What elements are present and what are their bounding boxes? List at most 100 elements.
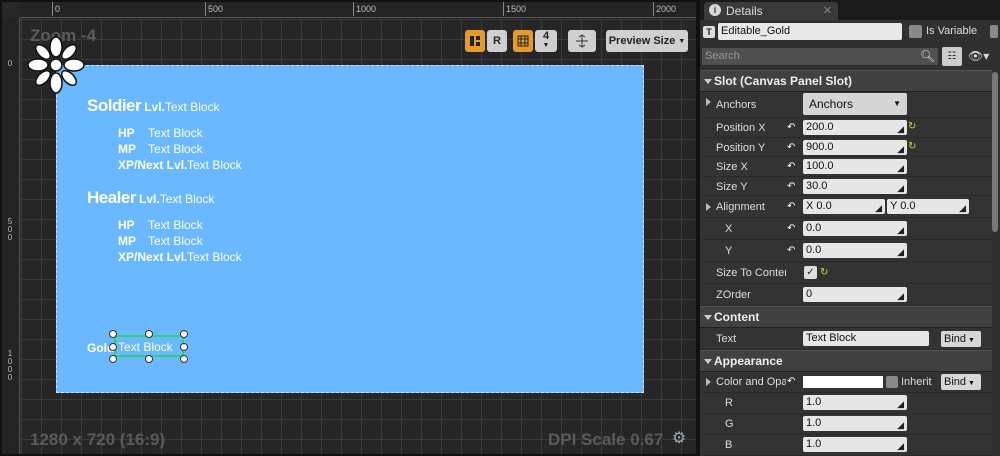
tab-details[interactable]: i Details ✕ — [704, 2, 838, 20]
alignment-x-field[interactable]: X 0.0 ◢ — [803, 199, 885, 214]
selection-outline[interactable] — [114, 335, 184, 357]
reset-arrow-icon[interactable]: ↶ — [787, 201, 795, 212]
size-x-value: 100.0 — [806, 160, 834, 172]
b-field[interactable]: 1.0 ◢ — [803, 437, 907, 452]
size-y-field[interactable]: 30.0 ◢ — [803, 178, 907, 194]
soldier-stat-row[interactable]: XP/Next Lvl.Text Block — [118, 158, 242, 172]
alignment-x-value: X 0.0 — [806, 200, 832, 212]
resize-handle[interactable] — [145, 330, 153, 338]
ruler-tick: 500 — [7, 217, 13, 242]
resize-handle[interactable] — [180, 330, 188, 338]
stat-value: Text Block — [148, 142, 203, 156]
g-field[interactable]: 1.0 ◢ — [803, 416, 907, 431]
section-content[interactable]: Content — [700, 306, 992, 328]
align-y-value: 0.0 — [806, 244, 822, 256]
grid-size-dropdown[interactable]: 4 ▼ — [535, 30, 557, 52]
close-icon[interactable]: ✕ — [823, 2, 832, 20]
alignment-y-field[interactable]: Y 0.0 ◢ — [887, 199, 969, 214]
search-input[interactable]: Search — [702, 48, 938, 65]
resize-handle[interactable] — [109, 343, 117, 351]
resize-grip-icon: ◢ — [897, 291, 904, 301]
color-swatch[interactable] — [803, 376, 883, 388]
resize-handle[interactable] — [145, 355, 153, 363]
size-to-content-checkbox[interactable]: ✓ — [804, 266, 817, 279]
prop-label: Color and Opacity — [716, 376, 786, 388]
soldier-header[interactable]: Soldier Lvl.Text Block — [87, 96, 220, 116]
grid-snap-button[interactable] — [513, 30, 533, 52]
widget-name-field[interactable]: Editable_Gold — [718, 23, 902, 40]
prop-label: Alignment — [716, 201, 765, 213]
g-value: 1.0 — [806, 417, 822, 429]
stat-label: MP — [118, 142, 136, 156]
reset-arrow-icon[interactable]: ↶ — [787, 181, 795, 192]
stat-value: Text Block — [187, 250, 242, 264]
eye-icon[interactable]: 👁︎▾ — [968, 49, 989, 63]
size-x-field[interactable]: 100.0 ◢ — [803, 159, 907, 174]
stat-label: HP — [118, 126, 135, 140]
expand-arrow-icon[interactable] — [706, 378, 711, 386]
preview-size-dropdown[interactable]: Preview Size ▼ — [606, 30, 688, 52]
reset-arrow-icon[interactable]: ↶ — [787, 376, 795, 387]
align-y-field[interactable]: 0.0 ◢ — [803, 243, 907, 258]
respect-locks-button[interactable]: R — [487, 30, 507, 52]
expand-arrow-icon[interactable] — [706, 203, 711, 211]
inherit-label: Inherit — [901, 376, 932, 388]
resize-grip-icon: ◢ — [875, 203, 882, 213]
prop-label: B — [725, 439, 733, 451]
details-search-row: Search 🔍︎ ☷ 👁︎▾ — [700, 46, 1000, 68]
prop-label: X — [725, 223, 733, 235]
resize-grip-icon: ◢ — [959, 203, 966, 213]
bind-button[interactable]: Bind ▼ — [941, 374, 981, 390]
align-x-field[interactable]: 0.0 ◢ — [803, 221, 907, 236]
resize-handle[interactable] — [180, 355, 188, 363]
extra-checkbox[interactable] — [990, 25, 998, 38]
ruler-tick: 1500 — [502, 2, 527, 16]
resolution-label: 1280 x 720 (16:9) — [30, 430, 166, 449]
align-x-value: 0.0 — [806, 222, 822, 234]
zoom-to-fit-button[interactable] — [568, 30, 596, 52]
resize-handle[interactable] — [109, 330, 117, 338]
bind-button[interactable]: Bind ▼ — [941, 331, 981, 347]
anchors-dropdown[interactable]: Anchors ▼ — [803, 93, 907, 115]
details-scrollbar[interactable] — [992, 72, 998, 232]
healer-stat-row[interactable]: MP Text Block — [118, 234, 203, 248]
section-slot[interactable]: Slot (Canvas Panel Slot) — [700, 70, 992, 92]
soldier-stat-row[interactable]: MP Text Block — [118, 142, 203, 156]
is-variable-checkbox[interactable] — [909, 25, 922, 38]
healer-stat-row[interactable]: HP Text Block — [118, 218, 203, 232]
revert-icon[interactable]: ↻ — [908, 141, 916, 152]
position-y-field[interactable]: 900.0 ◢ — [803, 139, 907, 155]
healer-stat-row[interactable]: XP/Next Lvl.Text Block — [118, 250, 242, 264]
view-options-button[interactable]: ☷ — [942, 47, 962, 66]
resize-handle[interactable] — [180, 343, 188, 351]
chevron-down-icon: ▼ — [968, 337, 975, 344]
prop-align-y: Y ↶ 0.0 ◢ — [700, 240, 992, 262]
healer-header[interactable]: Healer Lvl.Text Block — [87, 188, 214, 208]
ruler-tick: 2000 — [652, 2, 677, 16]
designer-viewport[interactable]: 0 500 1000 1500 2000 0 500 1000 Zoom -4 … — [0, 0, 698, 456]
tab-details-label: Details — [726, 4, 763, 18]
bind-button-label: Bind — [944, 333, 967, 345]
expand-arrow-icon[interactable] — [706, 98, 711, 106]
zorder-field[interactable]: 0 ◢ — [803, 287, 907, 302]
layout-mode-button[interactable] — [465, 30, 485, 52]
text-field[interactable]: Text Block — [803, 331, 929, 346]
anchor-icon[interactable] — [26, 35, 86, 95]
healer-name: Healer — [87, 188, 136, 207]
position-x-field[interactable]: 200.0 ◢ — [803, 120, 907, 135]
prop-size-to-content: Size To Content ✓ ↻ — [700, 262, 992, 284]
reset-arrow-icon[interactable]: ↶ — [787, 142, 795, 153]
revert-icon[interactable]: ↻ — [820, 267, 828, 278]
resize-handle[interactable] — [109, 355, 117, 363]
r-field[interactable]: 1.0 ◢ — [803, 395, 907, 410]
inherit-checkbox[interactable] — [886, 376, 898, 388]
reset-arrow-icon[interactable]: ↶ — [787, 122, 795, 133]
reset-arrow-icon[interactable]: ↶ — [787, 245, 795, 256]
gear-icon[interactable]: ⚙ — [670, 430, 688, 448]
soldier-stat-row[interactable]: HP Text Block — [118, 126, 203, 140]
section-appearance[interactable]: Appearance — [700, 350, 992, 372]
revert-icon[interactable]: ↻ — [908, 121, 916, 132]
reset-arrow-icon[interactable]: ↶ — [787, 161, 795, 172]
details-tabbar: i Details ✕ — [700, 0, 1000, 20]
reset-arrow-icon[interactable]: ↶ — [787, 223, 795, 234]
